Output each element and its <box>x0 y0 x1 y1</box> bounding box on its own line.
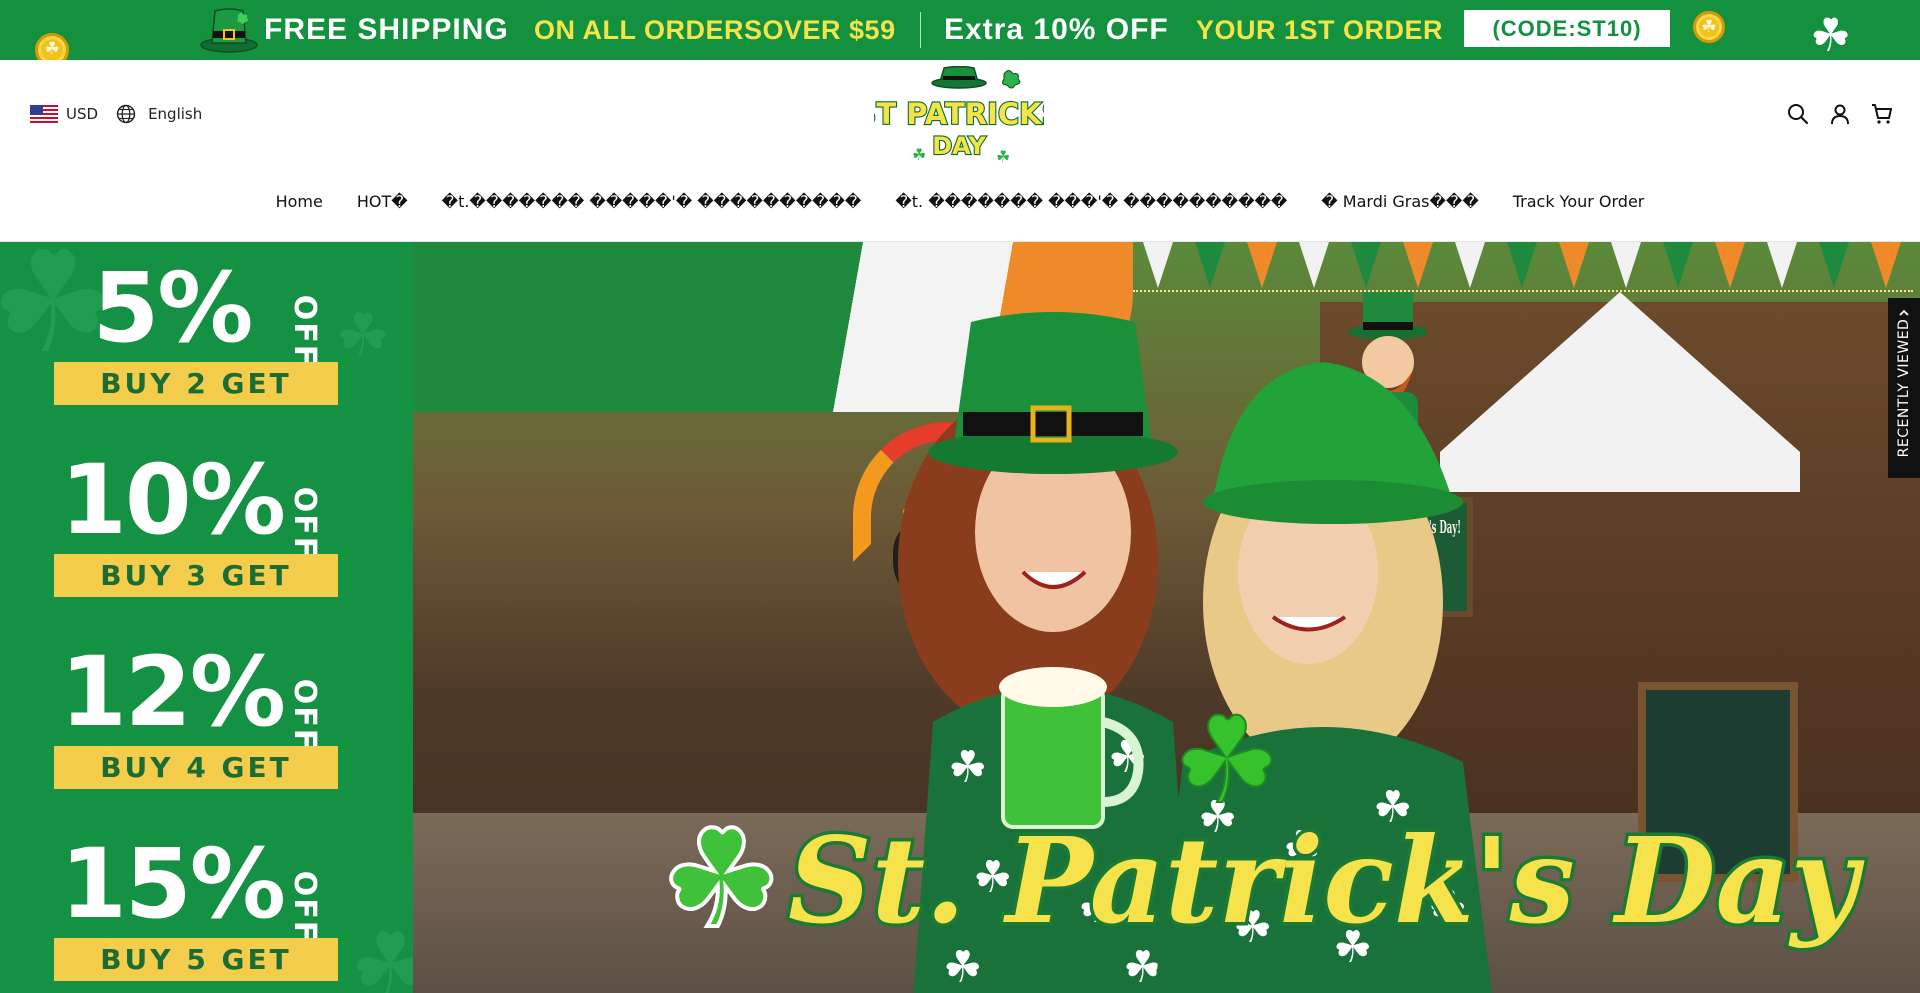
main-navigation: Home HOT� �t.������� �����'� ���������� … <box>0 192 1920 211</box>
svg-text:☘: ☘ <box>912 145 926 164</box>
leprechaun-hat-icon <box>200 8 258 53</box>
hero-banner[interactable]: Happy St. Patrick's Day! ☘☘☘ ☘☘☘ ☘ ☘☘☘ ☘ <box>413 242 1920 993</box>
recently-viewed-tab[interactable]: RECENTLY VIEWED <box>1888 298 1920 478</box>
bunting-flags <box>1133 242 1913 302</box>
search-icon[interactable] <box>1786 102 1810 126</box>
nav-item-mardi-gras[interactable]: � Mardi Gras��� <box>1321 192 1478 211</box>
buy-get-bar: BUY 2 GET <box>54 362 338 405</box>
recently-viewed-label: RECENTLY VIEWED <box>1896 318 1912 458</box>
nav-item-track-order[interactable]: Track Your Order <box>1513 192 1645 211</box>
announcement-bar: FREE SHIPPING ON ALL ORDERSOVER $59 Extr… <box>0 0 1920 60</box>
discount-percent: 15% <box>60 828 286 940</box>
nav-item-st-patricks-men[interactable]: �t. ������� ���'� ���������� <box>895 192 1287 211</box>
globe-icon <box>116 104 136 124</box>
cart-icon[interactable] <box>1870 102 1894 126</box>
hero-title: ☘ St. Patrick's Day <box>659 799 1869 959</box>
language-label[interactable]: English <box>148 105 202 123</box>
gold-coin-icon <box>1693 11 1725 43</box>
off-label: OFF <box>287 678 322 752</box>
discount-tier: 10% OFF BUY 3 GET <box>0 450 413 610</box>
buy-get-bar: BUY 5 GET <box>54 938 338 981</box>
announcement-divider <box>920 12 921 48</box>
extra-off-text: Extra 10% OFF <box>944 13 1169 46</box>
currency-label[interactable]: USD <box>66 105 98 123</box>
bundle-discount-panel[interactable]: ☘ ☘ ☘ 5% OFF BUY 2 GET 10% OFF BUY 3 GET… <box>0 242 413 993</box>
discount-percent: 12% <box>60 636 286 748</box>
first-order-text: YOUR 1ST ORDER <box>1196 15 1444 45</box>
shamrock-icon: ☘ <box>663 803 780 955</box>
svg-text:☘: ☘ <box>996 147 1010 166</box>
locale-selector[interactable]: USD English <box>30 104 202 124</box>
shamrock-icon: ☘ <box>1810 8 1852 60</box>
nav-item-st-patricks-women[interactable]: �t.������� �����'� ���������� <box>442 192 862 211</box>
hero-title-text: St. Patrick's Day <box>788 811 1865 950</box>
off-label: OFF <box>287 486 322 560</box>
discount-percent: 5% <box>92 252 254 364</box>
account-icon[interactable] <box>1828 102 1852 126</box>
off-label: OFF <box>287 870 322 944</box>
logo-day-text: DAY <box>932 132 986 160</box>
st-patricks-day-logo[interactable]: ST PATRICKS DAY ☘ ☘ <box>874 66 1044 166</box>
nav-item-home[interactable]: Home <box>276 192 323 211</box>
site-header: USD English ST PATRICKS DAY ☘ ☘ <box>0 60 1920 242</box>
orders-over-text: ON ALL ORDERSOVER $59 <box>534 15 896 45</box>
discount-tier: 12% OFF BUY 4 GET <box>0 642 413 802</box>
discount-percent: 10% <box>60 444 286 556</box>
nav-item-hot[interactable]: HOT� <box>357 192 408 211</box>
promo-code-badge[interactable]: (CODE:ST10) <box>1464 10 1670 47</box>
header-icons <box>1786 102 1894 126</box>
discount-tier: 15% OFF BUY 5 GET <box>0 834 413 993</box>
gold-coin-icon <box>35 33 69 60</box>
buy-get-bar: BUY 3 GET <box>54 554 338 597</box>
free-shipping-text: FREE SHIPPING <box>264 13 509 46</box>
logo-title-text: ST PATRICKS <box>874 97 1044 131</box>
us-flag-icon <box>30 105 58 123</box>
discount-tier: 5% OFF BUY 2 GET <box>0 258 413 418</box>
off-label: OFF <box>287 294 322 368</box>
buy-get-bar: BUY 4 GET <box>54 746 338 789</box>
string-lights <box>1133 290 1913 292</box>
